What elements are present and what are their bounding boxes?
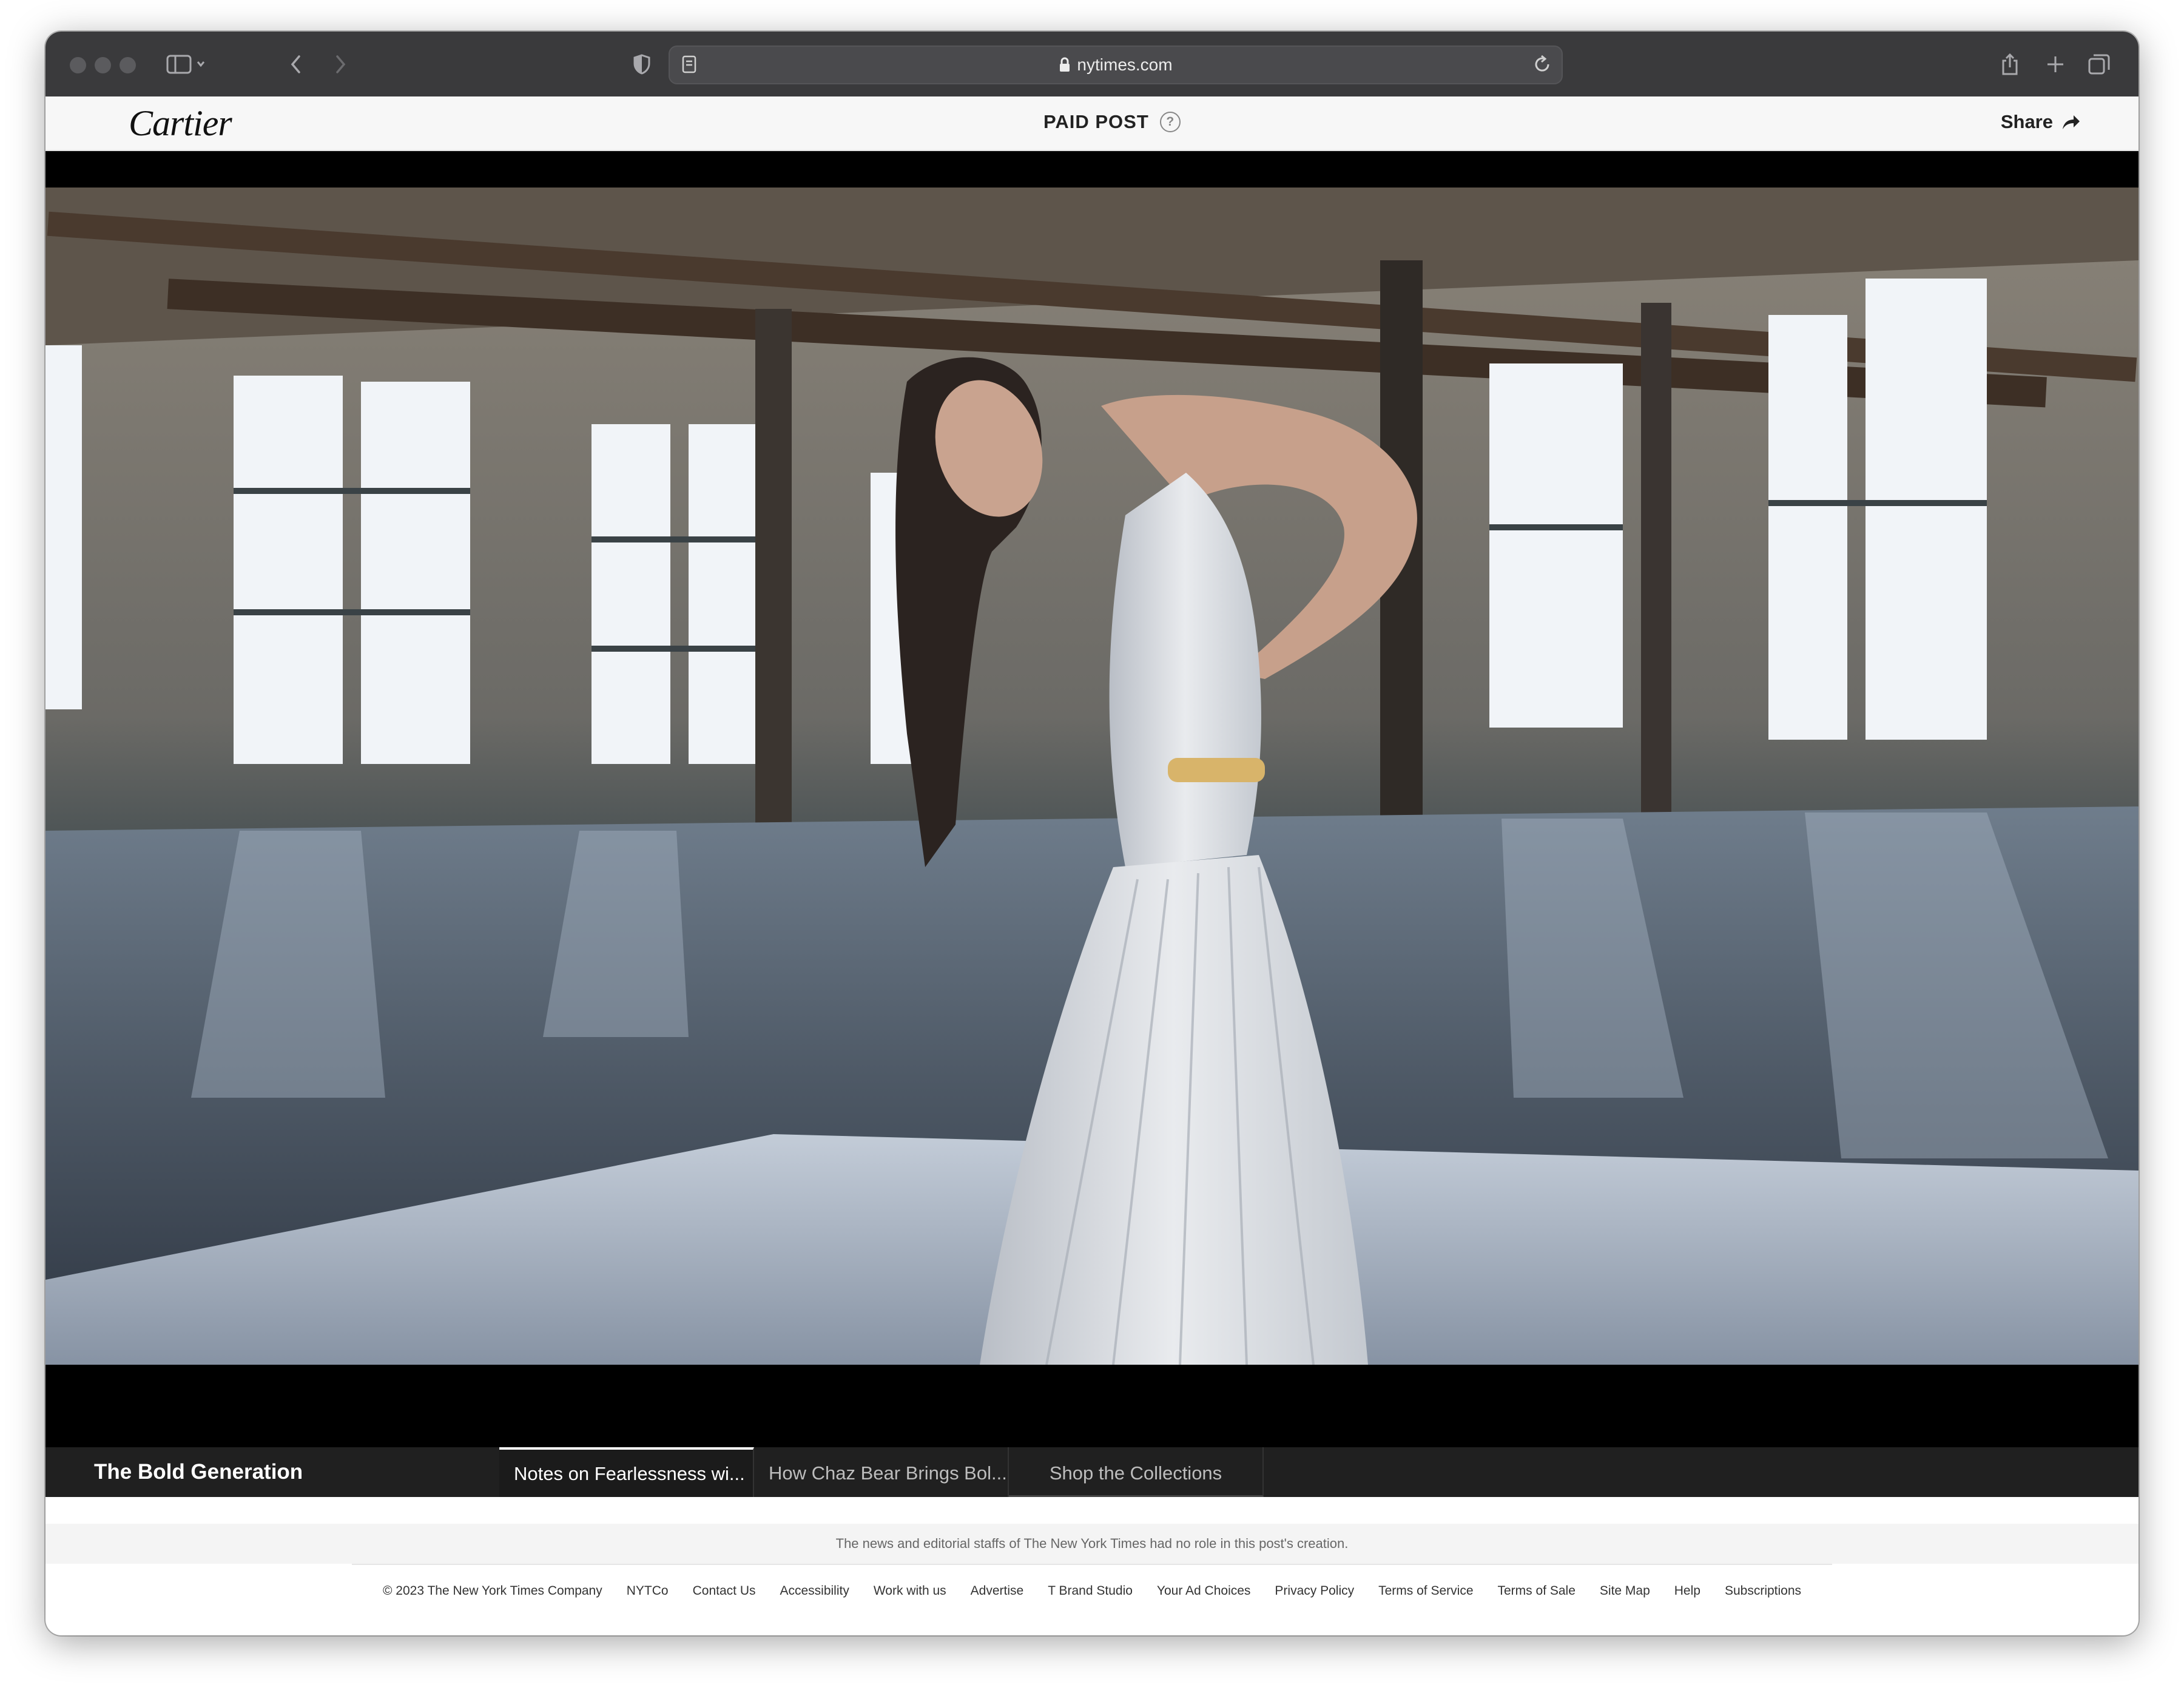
help-icon[interactable]: ?: [1159, 112, 1181, 132]
share-button[interactable]: Share: [2001, 111, 2081, 133]
minimize-window-button[interactable]: [95, 57, 111, 73]
footer-link-terms-of-service[interactable]: Terms of Service: [1378, 1584, 1473, 1598]
reload-button[interactable]: [1532, 54, 1552, 78]
tab-notes-on-fearlessness[interactable]: Notes on Fearlessness wi...: [499, 1447, 754, 1497]
brand-logo[interactable]: Cartier: [129, 103, 232, 144]
tab-overview-button[interactable]: [2087, 49, 2111, 80]
video-frame[interactable]: [46, 188, 2138, 1365]
sidebar-icon: [166, 55, 205, 74]
paid-post-label: PAID POST ?: [1043, 111, 1181, 133]
browser-window: nytimes.com Cartier PAID POST ? Share Th…: [46, 32, 2138, 1635]
chevron-left-icon: [291, 55, 300, 73]
video-player[interactable]: [46, 151, 2138, 1447]
footer-link-site-map[interactable]: Site Map: [1600, 1584, 1650, 1598]
footer-link-ad-choices[interactable]: Your Ad Choices: [1157, 1584, 1251, 1598]
plus-icon: [2048, 56, 2063, 72]
new-tab-button[interactable]: [2043, 49, 2068, 80]
footer-link-accessibility[interactable]: Accessibility: [780, 1584, 849, 1598]
privacy-report-button[interactable]: [630, 49, 654, 80]
paid-post-text: PAID POST: [1043, 111, 1149, 132]
tab-chaz-bear[interactable]: How Chaz Bear Brings Bol...: [754, 1447, 1009, 1497]
back-button[interactable]: [284, 49, 308, 80]
tab-shop-the-collections[interactable]: Shop the Collections: [1009, 1447, 1264, 1497]
footer-link-advertise[interactable]: Advertise: [971, 1584, 1024, 1598]
close-window-button[interactable]: [70, 57, 86, 73]
footer-link-work-with-us[interactable]: Work with us: [874, 1584, 946, 1598]
footer-link-terms-of-sale[interactable]: Terms of Sale: [1498, 1584, 1576, 1598]
site-footer: © 2023 The New York Times Company NYTCo …: [46, 1573, 2138, 1609]
footer-link-contact-us[interactable]: Contact Us: [693, 1584, 756, 1598]
footer-link-privacy-policy[interactable]: Privacy Policy: [1275, 1584, 1354, 1598]
share-arrow-icon: [2063, 115, 2080, 129]
video-still-image: [46, 188, 2138, 1365]
video-series-nav: The Bold Generation Notes on Fearlessnes…: [46, 1447, 2138, 1497]
url-text: nytimes.com: [1077, 55, 1173, 74]
footer-link-nytco[interactable]: NYTCo: [627, 1584, 669, 1598]
tabs-overview-icon: [2088, 54, 2110, 75]
share-page-button[interactable]: [1998, 49, 2022, 80]
reload-icon: [1535, 55, 1549, 72]
paid-post-header: Cartier PAID POST ? Share: [46, 96, 2138, 151]
chevron-right-icon: [336, 55, 346, 73]
sidebar-toggle-button[interactable]: [163, 49, 211, 80]
copyright-text: © 2023 The New York Times Company: [382, 1584, 602, 1598]
series-title: The Bold Generation: [94, 1460, 303, 1484]
footer-link-t-brand-studio[interactable]: T Brand Studio: [1048, 1584, 1133, 1598]
editorial-disclaimer: The news and editorial staffs of The New…: [46, 1524, 2138, 1564]
share-label: Share: [2000, 111, 2053, 132]
footer-link-subscriptions[interactable]: Subscriptions: [1725, 1584, 1801, 1598]
footer-link-help[interactable]: Help: [1674, 1584, 1700, 1598]
footer-divider: [352, 1564, 1832, 1565]
share-icon: [2002, 53, 2018, 75]
browser-toolbar: nytimes.com: [46, 32, 2138, 98]
shield-icon: [633, 54, 650, 75]
lock-icon: [1060, 57, 1070, 72]
zoom-window-button[interactable]: [120, 57, 136, 73]
address-bar[interactable]: nytimes.com: [669, 46, 1563, 84]
forward-button[interactable]: [328, 49, 352, 80]
